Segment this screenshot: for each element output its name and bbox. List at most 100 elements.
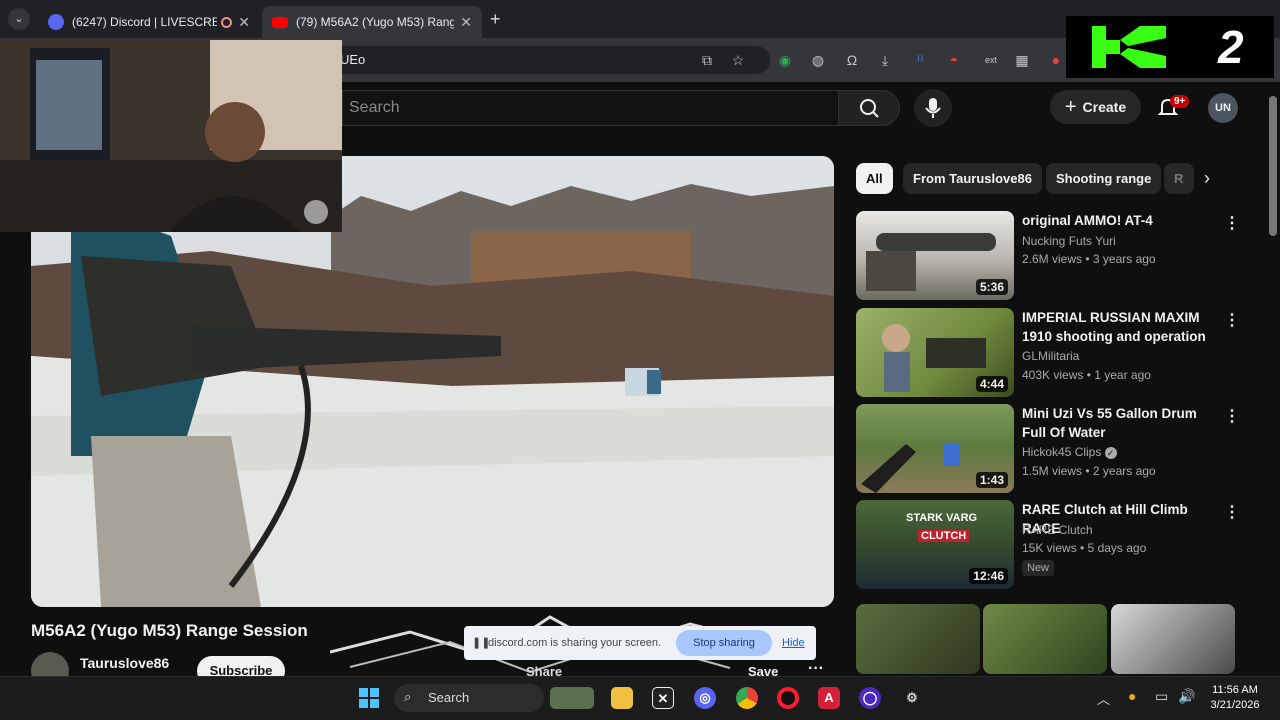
account-avatar[interactable]: UN (1208, 93, 1238, 123)
short-thumbnail[interactable] (856, 604, 980, 674)
short-thumbnail[interactable] (1111, 604, 1235, 674)
scrollbar-thumb[interactable] (1269, 96, 1277, 236)
file-explorer-icon[interactable] (611, 687, 633, 709)
volume-icon[interactable]: 🔊 (1178, 688, 1195, 705)
recommendation-item[interactable]: 4:44 IMPERIAL RUSSIAN MAXIM 1910 shootin… (856, 308, 1240, 398)
search-icon (860, 99, 879, 118)
channel-name[interactable]: Tauruslove86 (80, 655, 169, 671)
discord-icon[interactable]: ◎ (694, 687, 716, 709)
recommendation-title[interactable]: Mini Uzi Vs 55 Gallon Drum Full Of Water (1022, 404, 1218, 442)
chevron-right-icon[interactable]: › (1204, 168, 1210, 189)
pokeball-icon[interactable]: ◓ (945, 51, 963, 69)
microphone-icon (925, 98, 941, 118)
widget-thumbnail-icon[interactable] (550, 687, 594, 709)
recommendation-channel[interactable]: Nucking Futs Yuri (1022, 234, 1116, 248)
taskbar-clock[interactable]: 11:56 AM 3/21/2026 (1200, 683, 1270, 713)
recommendation-meta: 15K views • 5 days ago (1022, 541, 1147, 555)
install-app-icon[interactable]: ⧉ (698, 51, 716, 69)
qr-extension-icon[interactable]: ▦ (1013, 51, 1031, 69)
create-button[interactable]: + Create (1050, 90, 1141, 124)
tab-list-dropdown-button[interactable]: ⌄ (8, 8, 30, 30)
taskbar-search[interactable]: ⌕ Search (394, 684, 544, 712)
recommendation-item[interactable]: STARK VARG CLUTCH 12:46 RARE Clutch at H… (856, 500, 1240, 590)
video-duration: 12:46 (969, 568, 1008, 584)
more-options-icon[interactable]: ⋮ (1224, 310, 1240, 330)
chip-all[interactable]: All (856, 163, 893, 194)
screen-share-notification: ❚❚ discord.com is sharing your screen. S… (464, 626, 816, 660)
hide-button[interactable]: Hide (782, 637, 805, 649)
capcut-icon[interactable]: ✕ (652, 687, 674, 709)
voice-search-button[interactable] (914, 89, 952, 127)
taskbar-search-label: Search (428, 690, 470, 705)
thumbnail-text: STARK VARG (906, 512, 978, 524)
windows-taskbar (0, 676, 1280, 720)
url-text: UEo (340, 52, 366, 67)
clock-time: 11:56 AM (1212, 684, 1258, 696)
more-options-icon[interactable]: ⋮ (1224, 213, 1240, 233)
discord-favicon-icon (48, 14, 64, 30)
short-thumbnail[interactable] (983, 604, 1107, 674)
create-label: Create (1082, 99, 1127, 115)
tab-discord[interactable]: (6247) Discord | LIVESCREAM ✕ (38, 6, 260, 38)
display-icon[interactable]: ▭ (1155, 688, 1168, 705)
windows-logo-icon (359, 688, 379, 708)
close-tab-icon[interactable]: ✕ (238, 14, 250, 31)
more-options-icon[interactable]: ⋮ (1224, 502, 1240, 522)
chevron-up-icon[interactable]: ︿ (1097, 689, 1110, 708)
ext-extension-icon[interactable]: ext (982, 51, 1000, 69)
tab-youtube[interactable]: (79) M56A2 (Yugo M53) Range ✕ (262, 6, 482, 38)
video-duration: 4:44 (975, 376, 1008, 392)
globe-icon[interactable]: ◍ (809, 51, 827, 69)
search-icon: ⌕ (404, 689, 412, 704)
video-thumbnail[interactable]: 4:44 (856, 308, 1014, 397)
stop-sharing-button[interactable]: Stop sharing (676, 630, 772, 656)
youtube-favicon-icon (272, 16, 288, 28)
video-thumbnail[interactable]: STARK VARG CLUTCH 12:46 (856, 500, 1014, 589)
recommendation-meta: 1.5M views • 2 years ago (1022, 464, 1156, 478)
recommendation-channel[interactable]: RARE Clutch (1022, 523, 1093, 537)
close-tab-icon[interactable]: ✕ (460, 14, 472, 31)
recommendation-title[interactable]: IMPERIAL RUSSIAN MAXIM 1910 shooting and… (1022, 308, 1218, 346)
video-thumbnail[interactable]: 5:36 (856, 211, 1014, 300)
video-duration: 5:36 (975, 279, 1008, 295)
chrome-icon[interactable] (736, 687, 758, 709)
thumbnail-text: CLUTCH (918, 530, 970, 542)
recommendation-item[interactable]: 1:43 Mini Uzi Vs 55 Gallon Drum Full Of … (856, 404, 1240, 494)
wave-extension-icon[interactable]: ⁾⁾ (911, 51, 929, 69)
video-duration: 1:43 (975, 472, 1008, 488)
opera-icon[interactable] (777, 687, 799, 709)
recommendation-meta: 403K views • 1 year ago (1022, 368, 1151, 382)
webcam-overlay (0, 40, 342, 232)
extension-green-icon[interactable]: ◉ (776, 51, 794, 69)
red-extension-icon[interactable]: ● (1047, 51, 1065, 69)
recommendation-channel[interactable]: Hickok45 Clips ✓ (1022, 445, 1117, 459)
tab-title: (6247) Discord | LIVESCREAM (72, 15, 218, 29)
omega-icon[interactable]: Ω (843, 51, 861, 69)
search-input[interactable]: Search (342, 90, 839, 126)
chip-more[interactable]: R (1164, 163, 1194, 194)
recommendation-title[interactable]: original AMMO! AT-4 (1022, 211, 1218, 230)
recommendation-meta: 2.6M views • 3 years ago (1022, 252, 1156, 266)
adobe-icon[interactable]: A (818, 687, 840, 709)
bookmark-star-icon[interactable]: ☆ (729, 51, 747, 69)
notification-count-badge: 9+ (1170, 95, 1190, 108)
chip-from-channel[interactable]: From Tauruslove86 (903, 163, 1042, 194)
recommendation-channel[interactable]: GLMilitaria (1022, 349, 1079, 363)
windows-start-icon[interactable] (358, 687, 380, 709)
verified-check-icon: ✓ (1104, 447, 1117, 459)
purple-app-icon[interactable]: ◯ (859, 687, 881, 709)
search-button[interactable] (838, 90, 900, 126)
video-title: M56A2 (Yugo M53) Range Session (31, 621, 308, 640)
new-tab-icon[interactable]: + (490, 9, 501, 30)
download-icon[interactable]: ⤓ (876, 51, 894, 69)
video-thumbnail[interactable]: 1:43 (856, 404, 1014, 493)
microphone-tray-icon[interactable]: ● (1128, 688, 1136, 704)
new-badge: New (1022, 560, 1055, 576)
chip-shooting-range[interactable]: Shooting range (1046, 163, 1162, 194)
more-options-icon[interactable]: ⋮ (1224, 406, 1240, 426)
settings-gear-icon[interactable]: ⚙ (901, 687, 923, 709)
search-placeholder: Search (349, 99, 400, 116)
recommendation-item[interactable]: 5:36 original AMMO! AT-4 Nucking Futs Yu… (856, 211, 1240, 301)
stream-overlay-logo: 2 (1066, 16, 1274, 78)
tab-title: (79) M56A2 (Yugo M53) Range (296, 15, 455, 29)
